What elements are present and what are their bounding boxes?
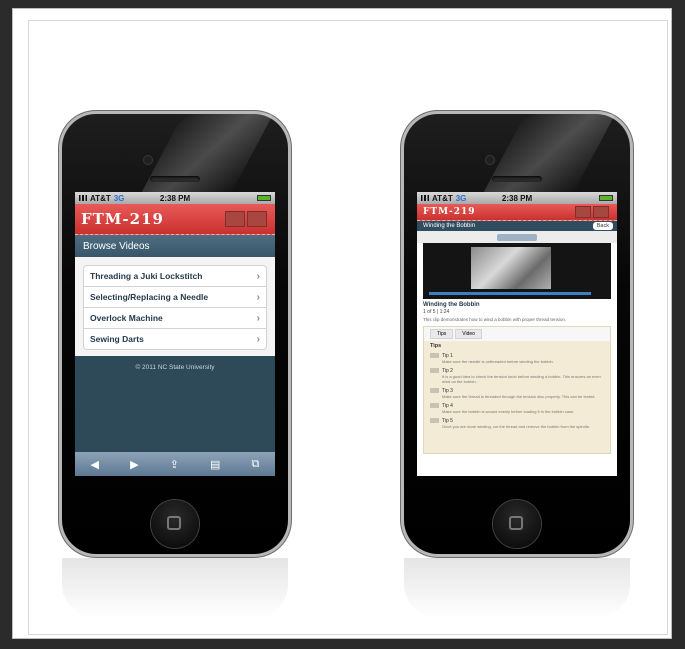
video-list: Threading a Juki Lockstitch › Selecting/… xyxy=(75,257,275,356)
app-header: FTM-219 xyxy=(417,204,617,221)
list-item-label: Overlock Machine xyxy=(90,313,163,323)
home-square-icon xyxy=(509,516,523,530)
tips-heading: Tips xyxy=(430,343,442,349)
video-controls-top xyxy=(417,231,617,243)
tabs-icon[interactable]: ⧉ xyxy=(252,458,260,471)
phone-left: AT&T 3G 2:38 PM FTM-219 Browse Videos Th… xyxy=(62,114,288,554)
tip-label: Tip 1 xyxy=(442,353,453,359)
nav-bar: Winding the Bobbin Back xyxy=(417,221,617,231)
list-item[interactable]: Selecting/Replacing a Needle › xyxy=(83,287,267,308)
tip-marker xyxy=(430,418,439,423)
phone-reflection xyxy=(404,558,630,618)
video-frame xyxy=(471,247,551,289)
share-icon[interactable]: ⇪ xyxy=(170,458,179,471)
tip-marker xyxy=(430,368,439,373)
phone-screen: AT&T 3G 2:38 PM FTM-219 Browse Videos Th… xyxy=(75,192,275,476)
status-bar: AT&T 3G 2:38 PM xyxy=(75,192,275,204)
tip-marker xyxy=(430,388,439,393)
tip-item: Tip 2 xyxy=(424,366,610,374)
tip-item: Tip 4 xyxy=(424,401,610,409)
tip-text: Once you are done winding, cut the threa… xyxy=(442,424,591,429)
video-title: Winding the Bobbin xyxy=(423,302,480,308)
app-logo: FTM-219 xyxy=(423,207,476,217)
list-item[interactable]: Threading a Juki Lockstitch › xyxy=(83,265,267,287)
bookmarks-icon[interactable]: ▤ xyxy=(210,458,220,471)
tip-label: Tip 5 xyxy=(442,418,453,424)
chevron-right-icon: › xyxy=(256,291,260,303)
chevron-right-icon: › xyxy=(256,270,260,282)
tip-marker xyxy=(430,403,439,408)
header-buttons xyxy=(223,211,267,227)
back-button[interactable]: Back xyxy=(592,222,613,230)
battery-icon xyxy=(257,195,271,201)
app-logo: FTM-219 xyxy=(81,210,164,228)
tips-tabs: Tips Video xyxy=(424,327,610,341)
forward-icon[interactable]: ▶ xyxy=(130,458,138,471)
battery-icon xyxy=(599,195,613,201)
camera-icon xyxy=(144,156,152,164)
list-item-label: Threading a Juki Lockstitch xyxy=(90,271,203,281)
tip-marker xyxy=(430,353,439,358)
phone-shine xyxy=(482,114,616,194)
speaker-grille xyxy=(150,176,200,182)
section-title: Browse Videos xyxy=(75,235,275,257)
tip-item: Tip 1 xyxy=(424,351,610,359)
phone-right: AT&T 3G 2:38 PM FTM-219 Winding the Bobb… xyxy=(404,114,630,554)
home-square-icon xyxy=(167,516,181,530)
phone-screen: AT&T 3G 2:38 PM FTM-219 Winding the Bobb… xyxy=(417,192,617,476)
video-icon-button[interactable] xyxy=(225,211,245,227)
book-icon-button[interactable] xyxy=(247,211,267,227)
tip-text: It is a good idea to check the tension k… xyxy=(442,374,601,384)
camera-icon xyxy=(486,156,494,164)
video-description: This clip demonstrates how to wind a bob… xyxy=(423,317,567,322)
video-icon-button[interactable] xyxy=(575,206,591,218)
app-header: FTM-219 xyxy=(75,204,275,235)
nav-title: Winding the Bobbin xyxy=(423,223,476,229)
tip-text: Make sure the needle is unthreaded befor… xyxy=(442,359,554,364)
tip-item: Tip 5 xyxy=(424,416,610,424)
home-button[interactable] xyxy=(493,500,541,548)
phone-shine xyxy=(140,114,274,194)
video-meta: 1 of 5 | 1:24 xyxy=(423,309,450,315)
tip-label: Tip 2 xyxy=(442,368,453,374)
speaker-grille xyxy=(492,176,542,182)
tips-panel: Tips Video Tips Tip 1 Make sure the need… xyxy=(423,326,611,454)
tab-video[interactable]: Video xyxy=(455,329,482,339)
list-item-label: Selecting/Replacing a Needle xyxy=(90,292,209,302)
tip-label: Tip 3 xyxy=(442,388,453,394)
status-bar: AT&T 3G 2:38 PM xyxy=(417,192,617,204)
video-player[interactable] xyxy=(423,243,611,299)
footer-copyright: © 2011 NC State University xyxy=(75,356,275,460)
segmented-control[interactable] xyxy=(497,233,537,241)
tip-label: Tip 4 xyxy=(442,403,453,409)
list-item[interactable]: Overlock Machine › xyxy=(83,308,267,329)
home-button[interactable] xyxy=(151,500,199,548)
clock: 2:38 PM xyxy=(159,193,191,203)
chevron-right-icon: › xyxy=(256,312,260,324)
book-icon-button[interactable] xyxy=(593,206,609,218)
tip-text: Make sure the thread is threaded through… xyxy=(442,394,596,399)
clock: 2:38 PM xyxy=(501,193,533,203)
tab-tips[interactable]: Tips xyxy=(430,329,454,339)
chevron-right-icon: › xyxy=(256,333,260,345)
list-item-label: Sewing Darts xyxy=(90,334,144,344)
tip-text: Make sure the bobbin is wound evenly bef… xyxy=(442,409,575,414)
video-progress-bar[interactable] xyxy=(429,292,591,295)
list-item[interactable]: Sewing Darts › xyxy=(83,329,267,350)
phone-reflection xyxy=(62,558,288,618)
back-icon[interactable]: ◀ xyxy=(91,458,99,471)
browser-toolbar: ◀ ▶ ⇪ ▤ ⧉ xyxy=(75,452,275,476)
tip-item: Tip 3 xyxy=(424,386,610,394)
header-buttons xyxy=(573,206,609,218)
